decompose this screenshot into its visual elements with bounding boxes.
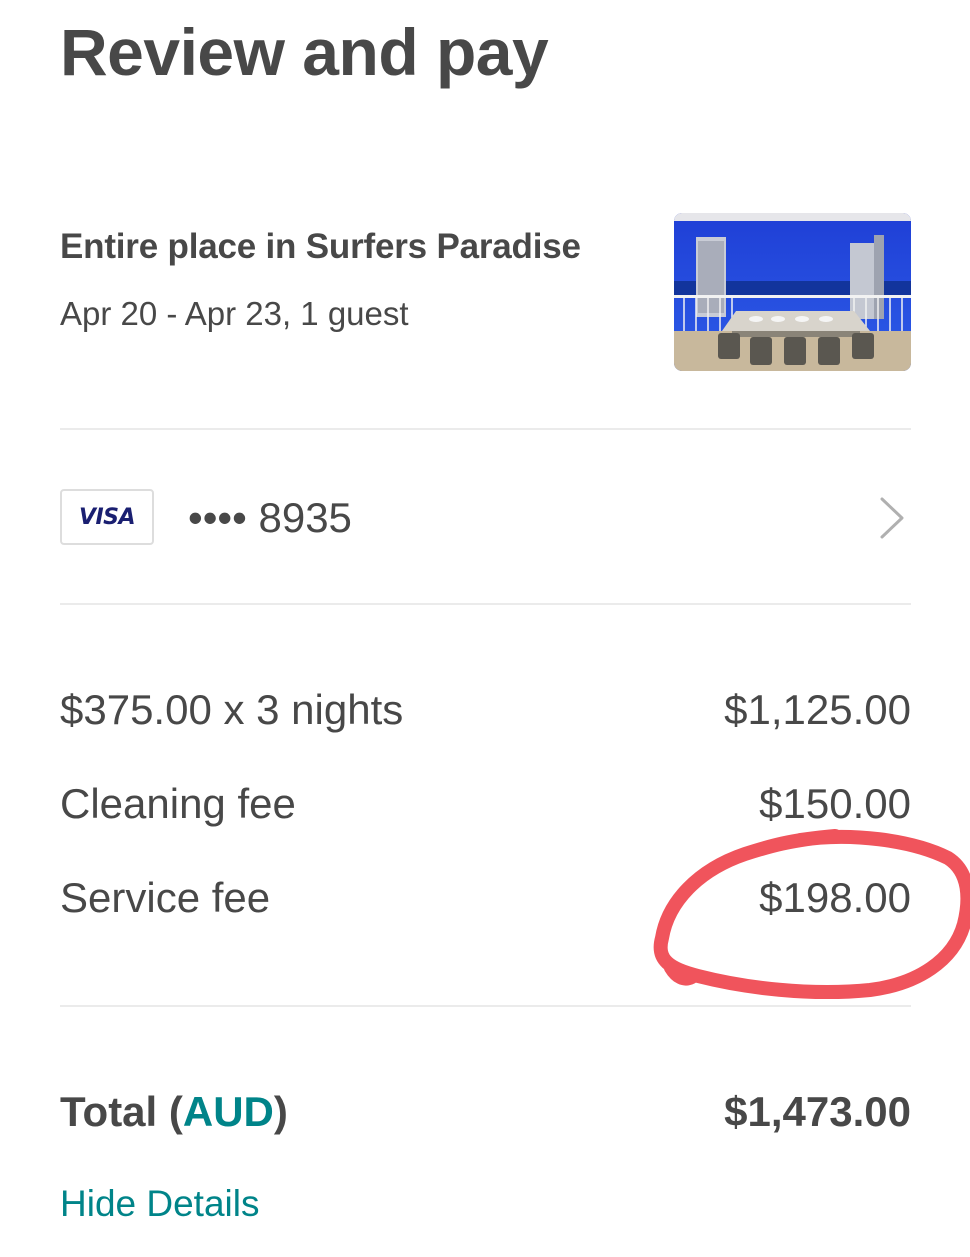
price-label: $375.00 x 3 nights bbox=[60, 686, 404, 733]
divider bbox=[60, 1005, 911, 1007]
price-row-service-fee: Service fee $198.00 bbox=[60, 874, 911, 934]
price-label: Service fee bbox=[60, 874, 271, 921]
card-number: •••• 8935 bbox=[188, 494, 352, 541]
total-label: Total (AUD) bbox=[60, 1088, 288, 1135]
visa-card-icon: VISA bbox=[60, 489, 154, 545]
page-title: Review and pay bbox=[60, 15, 549, 89]
price-row-cleaning-fee: Cleaning fee $150.00 bbox=[60, 780, 911, 840]
price-row-nights: $375.00 x 3 nights $1,125.00 bbox=[60, 686, 911, 746]
listing-dates: Apr 20 - Apr 23, 1 guest bbox=[60, 295, 409, 332]
payment-method-row[interactable]: VISA •••• 8935 bbox=[60, 476, 911, 558]
listing-summary[interactable]: Entire place in Surfers Paradise Apr 20 … bbox=[60, 213, 911, 373]
total-row: Total (AUD) $1,473.00 bbox=[60, 1088, 911, 1148]
hide-details-link[interactable]: Hide Details bbox=[60, 1183, 259, 1225]
price-amount: $1,125.00 bbox=[724, 686, 911, 733]
total-amount: $1,473.00 bbox=[724, 1088, 911, 1135]
divider bbox=[60, 603, 911, 605]
price-amount: $198.00 bbox=[759, 874, 911, 921]
price-amount: $150.00 bbox=[759, 780, 911, 827]
listing-title: Entire place in Surfers Paradise bbox=[60, 227, 581, 266]
divider bbox=[60, 428, 911, 430]
currency-link[interactable]: AUD bbox=[183, 1088, 274, 1135]
price-label: Cleaning fee bbox=[60, 780, 296, 827]
listing-photo[interactable] bbox=[674, 213, 911, 371]
chevron-right-icon[interactable] bbox=[879, 496, 905, 540]
